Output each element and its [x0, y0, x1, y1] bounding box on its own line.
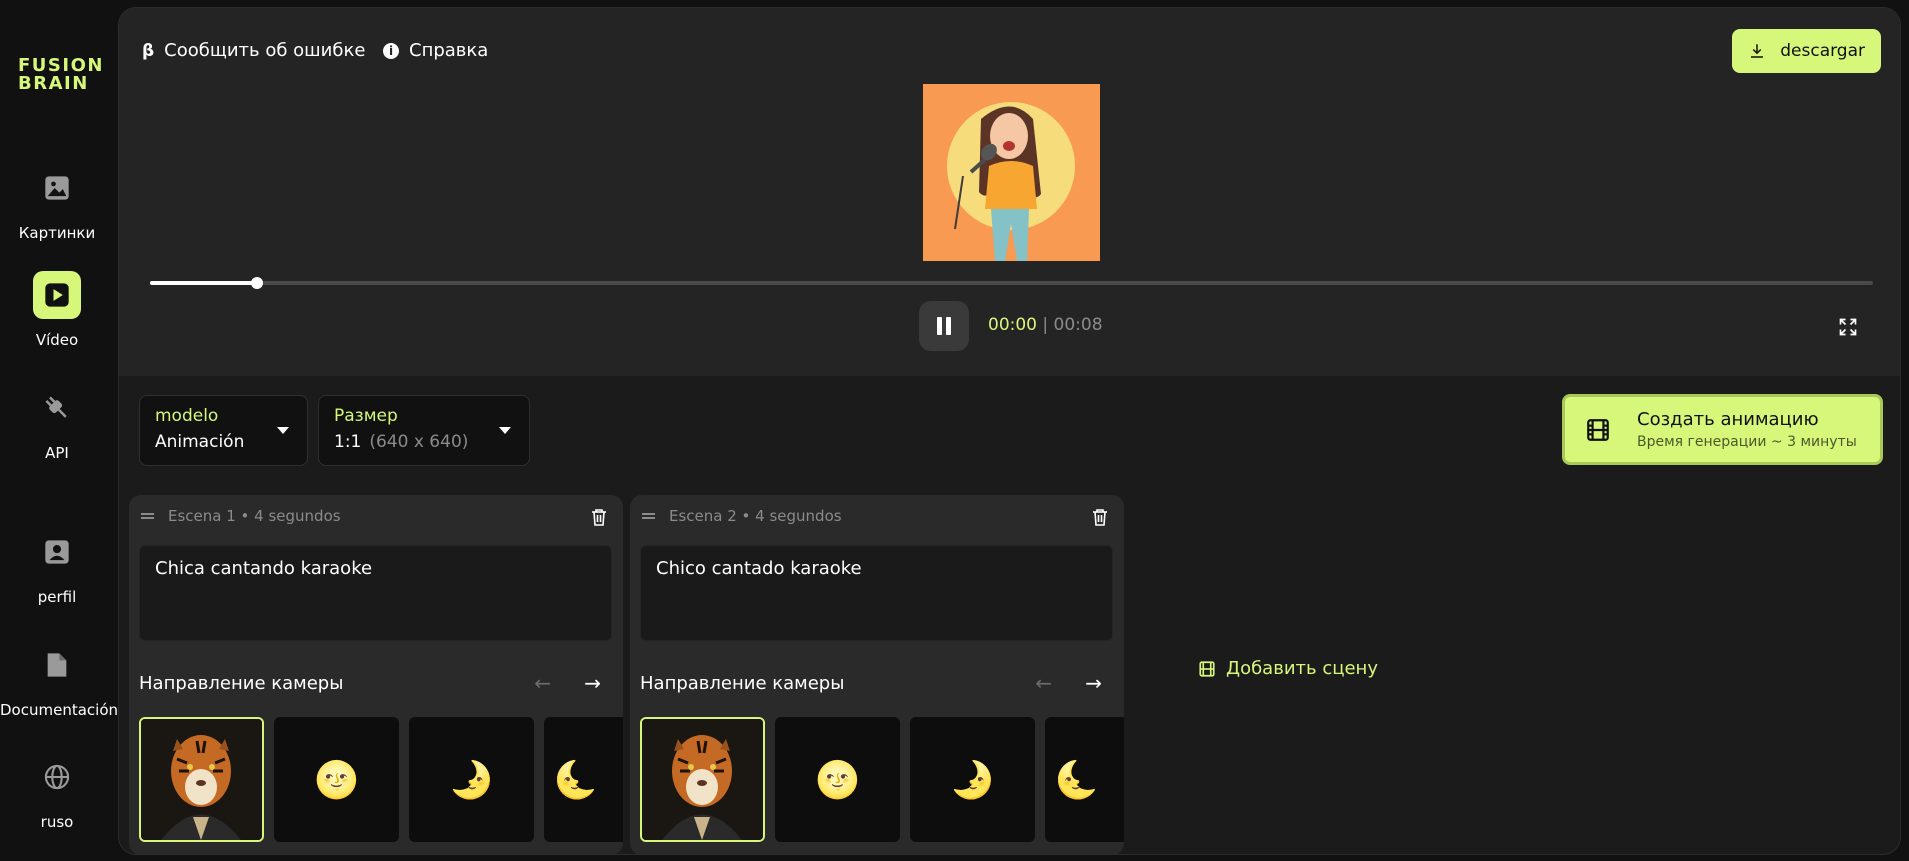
- arrow-right-icon[interactable]: →: [1085, 671, 1102, 695]
- size-label: Размер: [334, 406, 398, 426]
- scene-card-2: Escena 2 • 4 segundos Chico cantado kara…: [630, 495, 1124, 854]
- video-player: β Сообщить об ошибке i Справка descargar: [119, 8, 1900, 376]
- report-bug-link[interactable]: β Сообщить об ошибке: [142, 40, 365, 61]
- fullscreen-icon[interactable]: [1838, 317, 1860, 339]
- sidebar-item-video[interactable]: Vídeo: [0, 271, 114, 349]
- trash-icon[interactable]: [591, 508, 607, 526]
- progress-fill: [150, 281, 257, 285]
- camera-options: 🌝 🌛 🌜: [139, 717, 623, 842]
- camera-option-2[interactable]: 🌝: [274, 717, 399, 842]
- image-icon: [33, 164, 81, 212]
- model-label: modelo: [155, 406, 219, 426]
- progress-slider[interactable]: [150, 277, 1873, 289]
- sidebar-item-images[interactable]: Картинки: [0, 164, 114, 242]
- camera-option-4[interactable]: 🌜: [544, 717, 623, 842]
- chevron-down-icon: [277, 427, 289, 434]
- last-quarter-moon-face-icon: 🌜: [553, 759, 598, 801]
- sidebar-item-label: Картинки: [18, 224, 96, 242]
- info-icon: i: [383, 42, 399, 59]
- main-panel: β Сообщить об ошибке i Справка descargar: [118, 7, 1901, 855]
- download-icon: [1751, 44, 1764, 58]
- scene-prompt-input[interactable]: Chica cantando karaoke: [139, 545, 612, 641]
- download-label: descargar: [1780, 41, 1865, 61]
- profile-icon: [33, 528, 81, 576]
- help-label: Справка: [409, 40, 489, 61]
- brand-logo[interactable]: FUSION BRAIN: [18, 57, 104, 93]
- help-link[interactable]: i Справка: [383, 40, 488, 61]
- drag-handle-icon[interactable]: [642, 513, 655, 519]
- tiger-portrait-icon: [141, 719, 262, 840]
- camera-direction-title: Направление камеры: [139, 673, 344, 694]
- camera-direction-title: Направление камеры: [640, 673, 845, 694]
- report-bug-label: Сообщить об ошибке: [164, 40, 366, 61]
- beta-icon: β: [142, 40, 155, 61]
- sidebar-item-label: perfil: [37, 588, 77, 606]
- document-icon: [33, 641, 81, 689]
- sidebar-item-profile[interactable]: perfil: [0, 528, 114, 606]
- film-icon: [1587, 419, 1609, 441]
- camera-options: 🌝 🌛 🌜: [640, 717, 1124, 842]
- chevron-down-icon: [499, 427, 511, 434]
- trash-icon[interactable]: [1092, 508, 1108, 526]
- scene-title: Escena 1 • 4 segundos: [168, 507, 341, 525]
- create-animation-subtitle: Время генерации ~ 3 минуты: [1637, 434, 1857, 450]
- time-separator: |: [1042, 315, 1049, 335]
- sidebar: FUSION BRAIN Картинки Vídeo API perfil D…: [0, 0, 119, 861]
- scene-card-1: Escena 1 • 4 segundos Chica cantando kar…: [129, 495, 623, 854]
- add-scene-button[interactable]: Добавить сцену: [1198, 658, 1378, 679]
- scene-prompt-input[interactable]: Chico cantado karaoke: [640, 545, 1113, 641]
- camera-option-3[interactable]: 🌛: [910, 717, 1035, 842]
- sidebar-item-label: Vídeo: [35, 331, 79, 349]
- current-time: 00:00: [988, 315, 1037, 335]
- camera-option-tiger[interactable]: [640, 717, 765, 842]
- model-value: Animación: [155, 432, 245, 452]
- arrow-right-icon[interactable]: →: [584, 671, 601, 695]
- camera-option-tiger[interactable]: [139, 717, 264, 842]
- scene-title: Escena 2 • 4 segundos: [669, 507, 842, 525]
- duration: 00:08: [1053, 315, 1103, 335]
- sidebar-item-label: API: [45, 444, 69, 462]
- camera-option-2[interactable]: 🌝: [775, 717, 900, 842]
- camera-option-4[interactable]: 🌜: [1045, 717, 1124, 842]
- first-quarter-moon-face-icon: 🌛: [950, 759, 995, 801]
- film-icon: [1199, 660, 1215, 677]
- full-moon-face-icon: 🌝: [815, 759, 860, 801]
- sidebar-item-documentation[interactable]: Documentación: [0, 641, 119, 719]
- arrow-left-icon[interactable]: ←: [534, 671, 551, 695]
- globe-icon: [33, 753, 81, 801]
- camera-option-3[interactable]: 🌛: [409, 717, 534, 842]
- sidebar-item-label: ruso: [40, 813, 74, 831]
- tiger-portrait-icon: [642, 719, 763, 840]
- progress-handle[interactable]: [250, 277, 263, 289]
- full-moon-face-icon: 🌝: [314, 759, 359, 801]
- scene-header: Escena 2 • 4 segundos: [642, 507, 842, 525]
- scene-header: Escena 1 • 4 segundos: [141, 507, 341, 525]
- drag-handle-icon[interactable]: [141, 513, 154, 519]
- download-button[interactable]: descargar: [1732, 29, 1881, 73]
- first-quarter-moon-face-icon: 🌛: [449, 759, 494, 801]
- sidebar-item-api[interactable]: API: [0, 384, 114, 462]
- size-detail: (640 x 640): [369, 432, 469, 452]
- pause-button[interactable]: [919, 301, 969, 351]
- arrow-left-icon[interactable]: ←: [1035, 671, 1052, 695]
- last-quarter-moon-face-icon: 🌜: [1054, 759, 1099, 801]
- model-select[interactable]: modelo Animación: [139, 395, 308, 466]
- video-preview[interactable]: [923, 84, 1100, 261]
- create-animation-button[interactable]: Создать анимацию Время генерации ~ 3 мин…: [1562, 394, 1883, 465]
- plug-icon: [33, 384, 81, 432]
- play-icon: [33, 271, 81, 319]
- sidebar-item-label: Documentación: [0, 701, 119, 719]
- sidebar-item-language[interactable]: ruso: [0, 753, 114, 831]
- time-readout: 00:00 | 00:08: [988, 315, 1103, 335]
- pause-icon: [937, 317, 942, 335]
- create-animation-title: Создать анимацию: [1637, 409, 1819, 430]
- add-scene-label: Добавить сцену: [1226, 658, 1378, 679]
- size-select[interactable]: Размер 1:1 (640 x 640): [318, 395, 530, 466]
- size-value: 1:1 (640 x 640): [334, 432, 469, 452]
